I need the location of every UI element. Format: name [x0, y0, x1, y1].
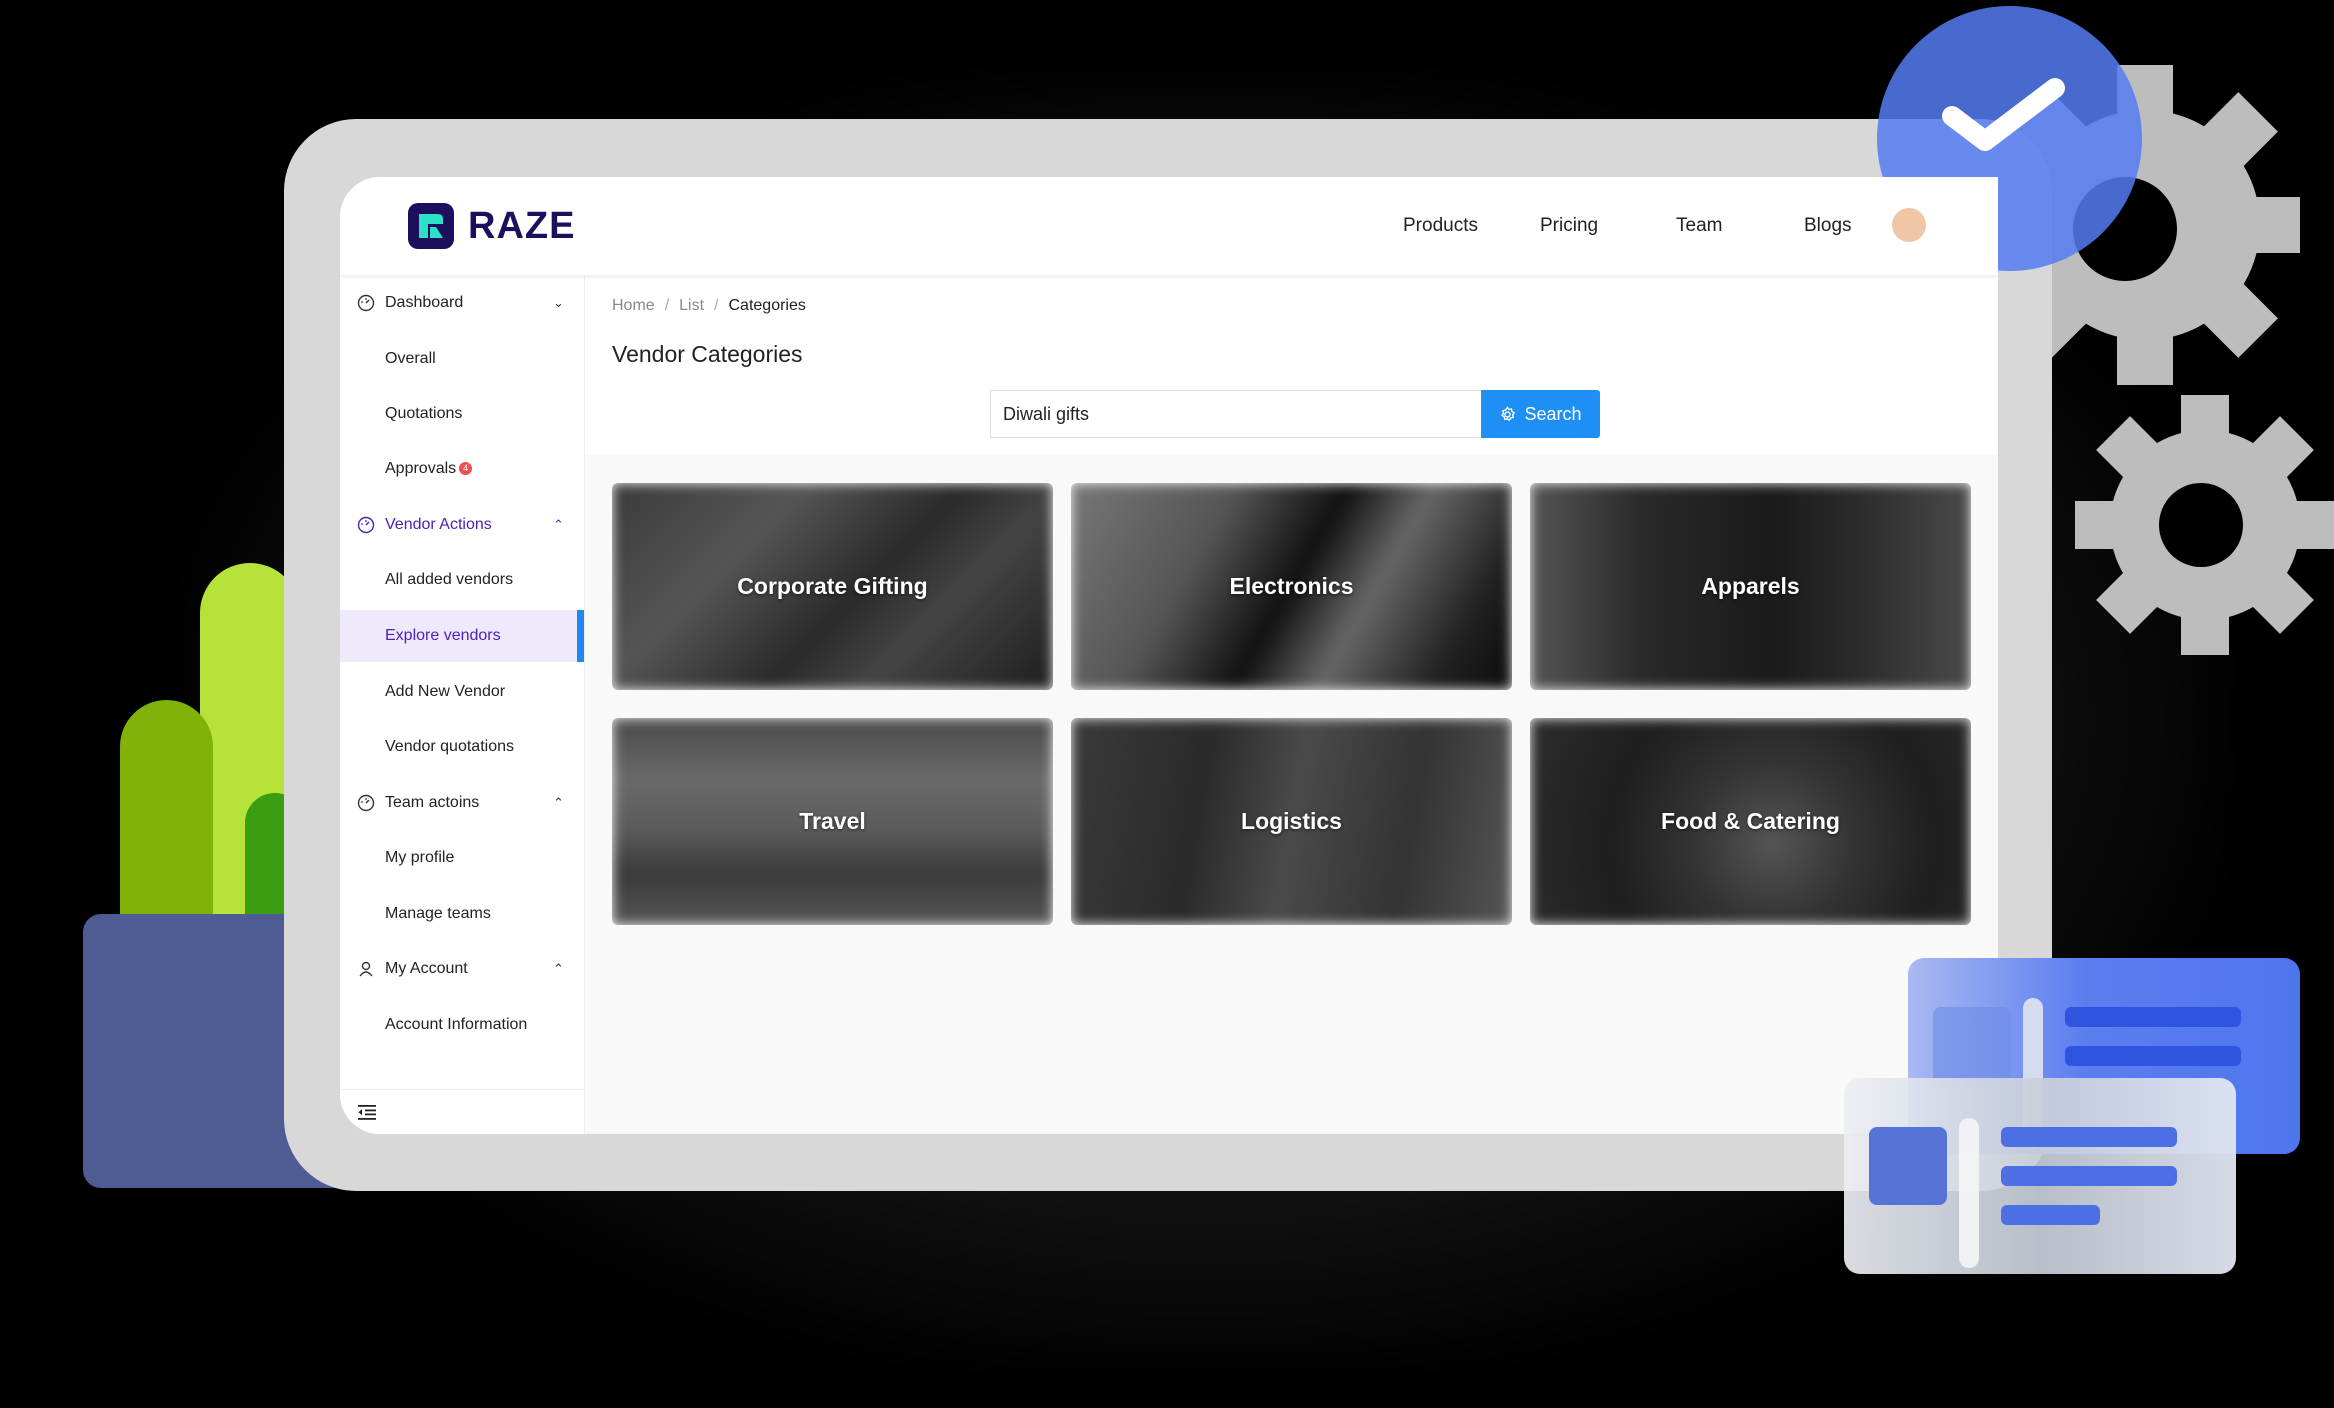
brand-name: RAZE [468, 204, 576, 247]
sidebar-item-vendor-quotations[interactable]: Vendor quotations [340, 721, 584, 773]
nav-blogs[interactable]: Blogs [1804, 215, 1852, 237]
sidebar-footer [340, 1089, 584, 1134]
category-card-corporate-gifting[interactable]: Corporate Gifting [612, 483, 1053, 690]
brand-logo[interactable]: RAZE [408, 203, 575, 249]
top-header: RAZE Products Pricing Team Blogs [340, 177, 1998, 275]
sidebar-item-quotations[interactable]: Quotations [340, 388, 584, 440]
nav-team[interactable]: Team [1676, 215, 1722, 237]
user-avatar[interactable] [1892, 208, 1926, 242]
user-icon [359, 961, 373, 977]
sidebar-item-all-added-vendors[interactable]: All added vendors [340, 554, 584, 606]
main-content: Home/List/Categories Vendor Categories S… [585, 275, 1998, 1134]
nav-products[interactable]: Products [1403, 215, 1478, 237]
sidebar-item-add-new-vendor[interactable]: Add New Vendor [340, 666, 584, 718]
page-header: Home/List/Categories Vendor Categories S… [585, 275, 1998, 455]
search-bar: Search [990, 390, 1600, 438]
sidebar-item-approvals[interactable]: Approvals 4 [340, 443, 584, 495]
logo-mark-icon [408, 203, 454, 249]
sidebar-group-team-actions[interactable]: Team actoins ⌃ [340, 777, 584, 829]
sidebar-item-my-profile[interactable]: My profile [340, 832, 584, 884]
sidebar-item-manage-teams[interactable]: Manage teams [340, 888, 584, 940]
sidebar-item-explore-vendors[interactable]: Explore vendors [340, 610, 584, 662]
chevron-up-icon: ⌃ [553, 517, 564, 532]
page-title: Vendor Categories [612, 341, 803, 367]
gear-icon [1501, 405, 1516, 421]
chevron-down-icon: ⌄ [553, 295, 564, 310]
category-card-apparels[interactable]: Apparels [1530, 483, 1971, 690]
sidebar: Dashboard ⌄ Overall Quotations Approvals… [340, 275, 585, 1134]
category-card-electronics[interactable]: Electronics [1071, 483, 1512, 690]
breadcrumb-current: Categories [728, 297, 806, 314]
search-input[interactable] [990, 390, 1481, 438]
chevron-up-icon: ⌃ [553, 961, 564, 976]
chevron-up-icon: ⌃ [553, 795, 564, 810]
category-card-food-catering[interactable]: Food & Catering [1530, 718, 1971, 925]
sidebar-group-vendor-actions[interactable]: Vendor Actions ⌃ [340, 499, 584, 551]
sidebar-group-dashboard[interactable]: Dashboard ⌄ [340, 277, 584, 329]
sidebar-group-my-account[interactable]: My Account ⌃ [340, 943, 584, 995]
gear-small-icon [2075, 395, 2334, 655]
breadcrumb-home[interactable]: Home [612, 297, 655, 314]
gauge-icon [357, 794, 375, 812]
breadcrumb-list[interactable]: List [679, 297, 704, 314]
sidebar-item-overall[interactable]: Overall [340, 333, 584, 385]
gauge-icon [357, 294, 375, 312]
category-card-travel[interactable]: Travel [612, 718, 1053, 925]
approvals-count-badge: 4 [459, 462, 473, 476]
breadcrumb: Home / List / Categories [612, 297, 806, 314]
app-window: RAZE Products Pricing Team Blogs Dashboa… [340, 177, 1998, 1134]
card-illustration-front [1844, 1078, 2236, 1274]
nav-pricing[interactable]: Pricing [1540, 215, 1598, 237]
category-card-logistics[interactable]: Logistics [1071, 718, 1512, 925]
menu-collapse-icon[interactable] [358, 1104, 376, 1120]
gauge-icon [357, 516, 375, 534]
search-button[interactable]: Search [1481, 390, 1600, 438]
sidebar-item-account-information[interactable]: Account Information [340, 999, 584, 1051]
